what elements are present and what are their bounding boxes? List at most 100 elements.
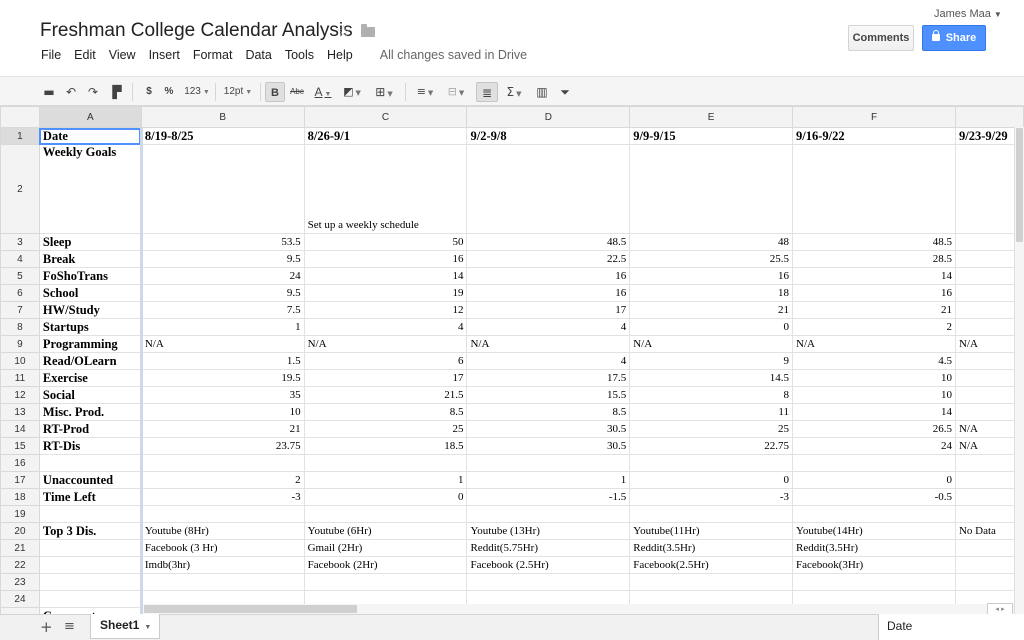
row-label-cell[interactable]: Unaccounted — [38, 471, 142, 489]
row-label-cell[interactable] — [38, 573, 142, 591]
cell[interactable] — [629, 144, 793, 234]
row-label-cell[interactable] — [38, 556, 142, 574]
cell[interactable]: 48 — [629, 233, 793, 251]
row-label-cell[interactable]: HW/Study — [38, 301, 142, 319]
cell[interactable] — [466, 144, 631, 234]
row-label-cell[interactable]: RT-Dis — [38, 437, 142, 455]
merge-cells-icon[interactable]: ⊟ ▼ — [442, 82, 470, 102]
row-header[interactable]: 11 — [0, 369, 40, 387]
cell[interactable]: 16 — [303, 250, 468, 268]
cell[interactable]: 6 — [303, 352, 468, 370]
text-color-button[interactable]: A ▼ — [310, 82, 336, 102]
wrap-text-icon[interactable]: ≣ — [476, 82, 498, 102]
currency-format-button[interactable]: $ — [142, 82, 156, 102]
borders-icon[interactable]: ⊞ ▼ — [370, 82, 398, 102]
bold-button[interactable]: B — [265, 82, 285, 102]
cell[interactable]: 21.5 — [303, 386, 468, 404]
cell[interactable]: 17 — [466, 301, 631, 319]
cell[interactable]: 4 — [466, 352, 631, 370]
corner-cell[interactable] — [0, 106, 40, 128]
menu-format[interactable]: Format — [193, 48, 233, 62]
row-label-cell[interactable]: FoShoTrans — [38, 267, 142, 285]
cell[interactable]: 8 — [629, 386, 793, 404]
chart-icon[interactable]: ▥ — [532, 82, 552, 102]
row-header[interactable]: 2 — [0, 144, 40, 234]
row-header[interactable]: 1 — [0, 127, 40, 145]
cell[interactable]: 9/2-9/8 — [466, 127, 631, 145]
cell[interactable]: 50 — [303, 233, 468, 251]
row-label-cell[interactable] — [38, 539, 142, 557]
column-header-b[interactable]: B — [140, 106, 305, 128]
cell[interactable] — [792, 144, 956, 234]
cell[interactable]: 24 — [792, 437, 956, 455]
cell[interactable]: Reddit(3.5Hr) — [792, 539, 956, 557]
cell[interactable]: 8/19-8/25 — [140, 127, 305, 145]
cell[interactable]: 25.5 — [629, 250, 793, 268]
cell[interactable]: 15.5 — [466, 386, 631, 404]
cell[interactable]: 25 — [629, 420, 793, 438]
cell[interactable]: -3 — [629, 488, 793, 506]
cell[interactable]: Youtube (13Hr) — [466, 522, 631, 540]
cell[interactable]: 14.5 — [629, 369, 793, 387]
cell[interactable] — [792, 454, 956, 472]
cell[interactable]: 14 — [792, 403, 956, 421]
sheet-list-icon[interactable]: ≡ — [64, 619, 75, 634]
cell[interactable]: 25 — [303, 420, 468, 438]
row-header[interactable]: 12 — [0, 386, 40, 404]
redo-icon[interactable]: ↷ — [84, 82, 102, 102]
cell[interactable] — [140, 505, 305, 523]
cell[interactable]: 1 — [466, 471, 631, 489]
cell[interactable] — [140, 144, 305, 234]
cell[interactable]: 0 — [629, 318, 793, 336]
add-sheet-button[interactable]: + — [40, 618, 53, 636]
cell[interactable]: 0 — [792, 471, 956, 489]
star-icon[interactable]: ☆ — [336, 22, 351, 42]
row-header[interactable]: 3 — [0, 233, 40, 251]
column-header-e[interactable]: E — [629, 106, 793, 128]
cell[interactable]: 19 — [303, 284, 468, 302]
row-label-cell[interactable]: Read/OLearn — [38, 352, 142, 370]
cell[interactable] — [792, 573, 956, 591]
cell[interactable]: Facebook (2.5Hr) — [466, 556, 631, 574]
horizontal-scroll-thumb[interactable] — [144, 605, 357, 613]
column-header-g[interactable] — [954, 106, 1024, 128]
cell[interactable]: 0 — [303, 488, 468, 506]
cell[interactable]: Youtube (6Hr) — [303, 522, 468, 540]
undo-icon[interactable]: ↶ — [62, 82, 80, 102]
cell[interactable]: 9/9-9/15 — [629, 127, 793, 145]
cell[interactable]: 9 — [629, 352, 793, 370]
cell[interactable]: 16 — [792, 284, 956, 302]
cell[interactable]: 10 — [792, 369, 956, 387]
cell[interactable]: Set up a weekly schedule — [303, 144, 468, 234]
cell[interactable]: N/A — [792, 335, 956, 353]
row-header[interactable]: 21 — [0, 539, 40, 557]
cell[interactable]: 10 — [792, 386, 956, 404]
row-header[interactable]: 18 — [0, 488, 40, 506]
row-header[interactable]: 14 — [0, 420, 40, 438]
row-label-cell[interactable]: Social — [38, 386, 142, 404]
menu-file[interactable]: File — [41, 48, 61, 62]
cell[interactable]: 21 — [629, 301, 793, 319]
row-label-cell[interactable]: Time Left — [38, 488, 142, 506]
cell[interactable]: 48.5 — [792, 233, 956, 251]
cell[interactable] — [466, 505, 631, 523]
functions-button[interactable]: Σ ▼ — [502, 82, 526, 102]
number-format-dropdown[interactable]: 123 ▼ — [182, 82, 212, 102]
cell[interactable]: Facebook(3Hr) — [792, 556, 956, 574]
column-header-a[interactable]: A — [38, 106, 142, 128]
cell[interactable]: 17 — [303, 369, 468, 387]
cell[interactable] — [466, 573, 631, 591]
cell[interactable]: 0 — [629, 471, 793, 489]
cell[interactable]: 30.5 — [466, 420, 631, 438]
cell[interactable]: -3 — [140, 488, 305, 506]
row-header[interactable]: 7 — [0, 301, 40, 319]
cell[interactable] — [140, 454, 305, 472]
row-header[interactable]: 23 — [0, 573, 40, 591]
cell[interactable]: Facebook (3 Hr) — [140, 539, 305, 557]
row-header[interactable]: 5 — [0, 267, 40, 285]
filter-icon[interactable]: ⏷ — [556, 82, 574, 102]
cell[interactable]: 2 — [140, 471, 305, 489]
cell[interactable] — [303, 573, 468, 591]
cell[interactable]: 14 — [792, 267, 956, 285]
cell[interactable]: Youtube(11Hr) — [629, 522, 793, 540]
